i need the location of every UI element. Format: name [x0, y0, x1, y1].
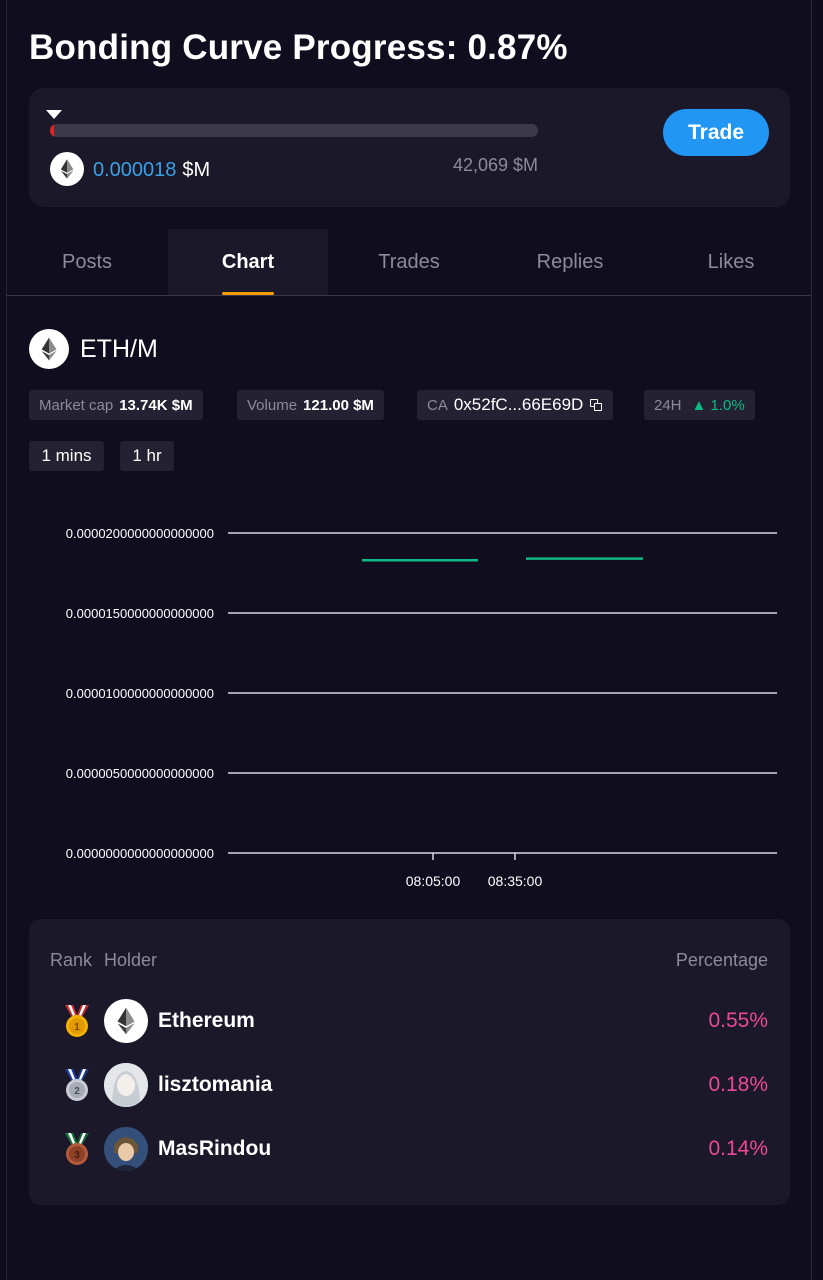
interval-1-min-button[interactable]: 1 mins [29, 441, 104, 471]
active-tab-indicator [222, 292, 274, 295]
percentage-header: Percentage [675, 950, 768, 970]
current-market-value: 0.000018 $M [93, 159, 210, 182]
tab-bar: Posts Chart Trades Replies Likes [7, 229, 811, 296]
holder-row[interactable]: 3 MasRindou 0.14% [29, 1125, 790, 1175]
holder-header: Holder [104, 950, 158, 970]
x-tick-label: 08:05:00 [406, 873, 461, 889]
svg-text:2: 2 [74, 1086, 80, 1097]
rank-header: Rank [50, 950, 93, 970]
avatar [104, 1063, 148, 1107]
ca-value: 0x52fC...66E69D [453, 395, 584, 414]
tab-posts[interactable]: Posts [7, 229, 167, 295]
current-value: 0.000018 [93, 159, 177, 181]
holders-table: Rank Holder Percentage 1 Ethereum 0.55% … [29, 919, 790, 1205]
copy-icon[interactable] [590, 398, 603, 412]
change-value: 1.0% [710, 396, 745, 414]
bonding-curve-progress-bar [50, 124, 538, 137]
change-24h-stat: 24H ▲ 1.0% [644, 390, 755, 420]
token-pair: ETH/M [80, 335, 158, 363]
y-tick-label: 0.0000000000000000000 [66, 846, 214, 861]
holder-percentage: 0.14% [708, 1137, 768, 1160]
tab-trades[interactable]: Trades [329, 229, 489, 295]
progress-marker-icon [46, 110, 62, 119]
x-tick-label: 08:35:00 [488, 873, 543, 889]
holder-percentage: 0.55% [708, 1009, 768, 1032]
volume-stat: Volume 121.00 $M [237, 390, 384, 420]
holder-percentage: 0.18% [708, 1073, 768, 1096]
market-cap-label: Market cap [39, 396, 114, 414]
current-unit: $M [182, 159, 211, 181]
market-cap-stat: Market cap 13.74K $M [29, 390, 203, 420]
tab-likes[interactable]: Likes [651, 229, 811, 295]
progress-fill [50, 124, 55, 137]
bronze-medal-icon: 3 [65, 1133, 89, 1165]
tab-chart-label: Chart [221, 250, 275, 273]
gold-medal-icon: 1 [65, 1005, 89, 1037]
holder-name[interactable]: MasRindou [158, 1137, 271, 1161]
market-cap-value: 13.74K $M [119, 396, 193, 414]
avatar [104, 999, 148, 1043]
interval-1-hr-button[interactable]: 1 hr [120, 441, 174, 471]
volume-value: 121.00 $M [303, 396, 374, 414]
bonding-curve-card: 0.000018 $M 42,069 $M Trade [29, 88, 790, 207]
volume-label: Volume [247, 396, 298, 414]
tab-chart[interactable]: Chart [168, 229, 328, 295]
holder-row[interactable]: 2 lisztomania 0.18% [29, 1061, 790, 1111]
trade-button[interactable]: Trade [663, 109, 769, 156]
ethereum-icon [50, 152, 84, 186]
holder-row[interactable]: 1 Ethereum 0.55% [29, 997, 790, 1047]
y-tick-label: 0.0000150000000000000 [66, 606, 214, 621]
price-chart-svg: 0.0000200000000000000 0.00001500000000000… [66, 526, 777, 889]
holder-name[interactable]: lisztomania [158, 1073, 272, 1097]
svg-text:3: 3 [74, 1150, 80, 1161]
change-label: 24H [654, 396, 682, 414]
holder-name[interactable]: Ethereum [158, 1009, 255, 1033]
tab-replies[interactable]: Replies [490, 229, 650, 295]
price-chart[interactable]: 0.0000200000000000000 0.00001500000000000… [0, 500, 823, 900]
avatar [104, 1127, 148, 1171]
y-tick-label: 0.0000200000000000000 [66, 526, 214, 541]
ethereum-icon [29, 329, 69, 369]
silver-medal-icon: 2 [65, 1069, 89, 1101]
ca-label: CA [427, 396, 448, 414]
contract-address-stat[interactable]: CA 0x52fC...66E69D [417, 390, 614, 420]
target-value: 42,069 $M [452, 155, 538, 175]
change-value-group: ▲ 1.0% [691, 396, 745, 414]
page-title: Bonding Curve Progress: 0.87% [29, 28, 568, 67]
svg-text:1: 1 [74, 1022, 80, 1033]
y-tick-label: 0.0000100000000000000 [66, 686, 214, 701]
y-tick-label: 0.0000050000000000000 [66, 766, 214, 781]
